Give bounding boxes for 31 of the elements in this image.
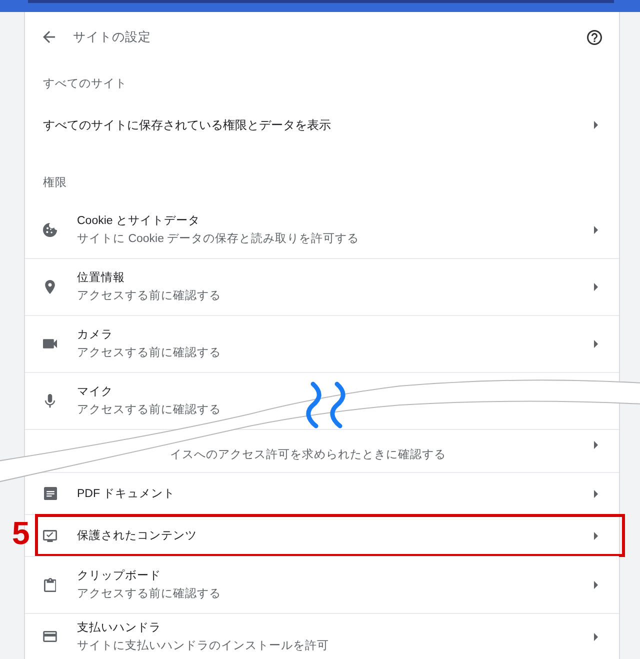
setting-title[interactable]: カメラ (77, 326, 113, 344)
cookie-icon (43, 222, 57, 236)
clipboard-icon (44, 578, 56, 592)
monitor-check-icon (43, 530, 57, 542)
setting-description: サイトに Cookie データの保存と読み取りを許可する (77, 232, 360, 246)
setting-link[interactable]: すべてのサイトに保存されている権限とデータを表示 (43, 116, 331, 134)
document-icon (44, 487, 56, 500)
setting-description: アクセスする前に確認する (77, 402, 221, 418)
credit-card-icon (43, 631, 57, 642)
help-icon[interactable] (587, 30, 602, 44)
section-label: 権限 (43, 176, 67, 191)
setting-description: アクセスする前に確認する (77, 288, 221, 304)
setting-title[interactable]: 位置情報 (77, 269, 125, 287)
setting-title[interactable]: 保護されたコンテンツ (77, 526, 197, 544)
microphone-icon (45, 394, 55, 408)
back-arrow-icon[interactable] (43, 31, 55, 43)
location-pin-icon (45, 280, 55, 294)
setting-description: イスへのアクセス許可を求められたときに確認する (170, 448, 446, 462)
setting-description: サイトに支払いハンドラのインストールを許可 (77, 638, 329, 654)
page-title: サイトの設定 (73, 28, 152, 46)
setting-description: アクセスする前に確認する (77, 586, 221, 602)
setting-title[interactable]: クリップボード (77, 567, 161, 585)
section-label: すべてのサイト (43, 77, 127, 92)
setting-title[interactable]: 支払いハンドラ (77, 618, 161, 636)
setting-title[interactable]: マイク (77, 383, 113, 401)
wavy-lines-icon (306, 382, 346, 428)
setting-description: アクセスする前に確認する (77, 346, 221, 361)
setting-title[interactable]: PDF ドキュメント (77, 484, 176, 502)
setting-title[interactable]: Cookie とサイトデータ (77, 212, 200, 230)
video-camera-icon (43, 339, 57, 349)
callout-number: 5 (12, 517, 30, 549)
